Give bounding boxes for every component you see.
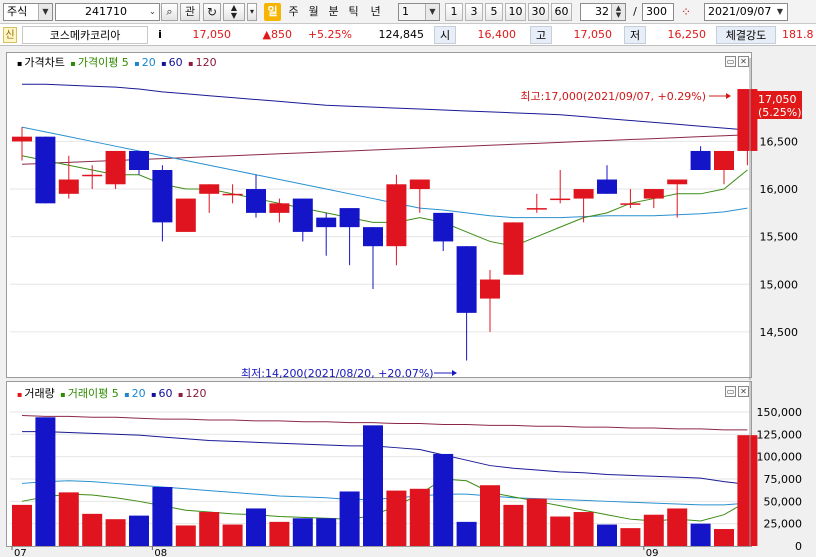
volume-bar (550, 516, 571, 546)
volume-bar (386, 490, 407, 546)
candle-body (667, 179, 688, 185)
candle-body (35, 136, 56, 204)
candle-body (433, 212, 454, 242)
candle-body (222, 193, 243, 196)
candle-body (714, 150, 734, 170)
price-tick-label: 16,000 (760, 183, 799, 196)
volume-tick-label: 25,000 (764, 518, 803, 531)
price-tick-label: 14,500 (760, 326, 799, 339)
volume-ma120-line (21, 415, 748, 431)
candle-body (269, 203, 290, 213)
current-price-tag-value: 17,050 (758, 93, 797, 106)
x-tick-label: 08 (154, 548, 167, 557)
candle-body (152, 170, 173, 223)
volume-ma5-line (21, 478, 748, 522)
volume-tick-label: 125,000 (757, 428, 803, 441)
volume-bar (58, 492, 79, 546)
candle-body (129, 150, 149, 170)
candle-body (105, 150, 126, 185)
volume-bar (199, 512, 220, 546)
volume-bar (82, 513, 103, 546)
candle-body (550, 198, 571, 201)
volume-bar (643, 514, 664, 546)
volume-bar (503, 504, 524, 546)
volume-ma60-line (22, 431, 748, 485)
candle-body (58, 179, 79, 194)
volume-bar (409, 488, 430, 546)
volume-bar (667, 508, 688, 546)
volume-bar (12, 504, 32, 546)
volume-bar (620, 528, 641, 546)
volume-tick-label: 75,000 (764, 473, 803, 486)
volume-bar (246, 508, 266, 546)
volume-bar (35, 417, 56, 546)
candle-body (526, 208, 547, 210)
volume-tick-label: 100,000 (757, 451, 803, 464)
annotation-high-arrowhead (726, 93, 731, 99)
annotation-low-arrowhead (452, 370, 457, 376)
current-price-tag-pct: (5.25%) (758, 106, 802, 119)
candle-body (199, 184, 220, 194)
volume-bar (737, 435, 758, 546)
volume-bar (573, 512, 594, 546)
candle-body (82, 174, 103, 177)
volume-bar (339, 491, 360, 546)
volume-bar (269, 521, 290, 546)
volume-bar (222, 524, 243, 546)
volume-bar (105, 519, 126, 546)
candle-body (292, 198, 313, 232)
volume-bar (363, 425, 383, 546)
candle-body (409, 179, 430, 190)
volume-bar (480, 485, 500, 546)
candle-body (316, 217, 337, 228)
volume-tick-label: 50,000 (764, 495, 803, 508)
price-tick-label: 16,500 (760, 135, 799, 148)
volume-tick-label: 150,000 (757, 406, 803, 419)
candle-body (480, 279, 500, 299)
volume-bar (292, 518, 313, 546)
annotation-high: 최고:17,000(2021/09/07, +0.29%) (520, 90, 706, 103)
candle-body (246, 189, 266, 213)
candle-body (175, 198, 196, 232)
x-tick-label: 07 (14, 548, 27, 557)
candle-body (597, 179, 617, 194)
annotation-low: 최저:14,200(2021/08/20, +20.07%) (241, 367, 434, 380)
volume-bar (526, 498, 547, 546)
volume-bar (456, 521, 477, 546)
price-tick-label: 15,000 (760, 278, 799, 291)
volume-bar (433, 453, 454, 546)
chart-surface[interactable]: 16,500 16,000 15,500 15,000 14,500 최고:17,000… (0, 0, 816, 557)
volume-bar (316, 518, 337, 546)
price-tick-label: 15,500 (760, 231, 799, 244)
candle-body (456, 246, 477, 313)
candle-body (620, 203, 641, 205)
volume-bar (597, 524, 617, 546)
volume-bar (175, 525, 196, 546)
x-tick-label: 09 (646, 548, 659, 557)
volume-bar (129, 515, 149, 546)
candle-body (503, 222, 524, 275)
candle-body (690, 150, 711, 170)
candle-body (573, 189, 594, 199)
candle-body (12, 136, 32, 142)
volume-bar (714, 529, 734, 546)
candle-body (386, 184, 407, 247)
volume-bar (690, 523, 711, 546)
candle-body (363, 227, 383, 247)
candle-body (643, 189, 664, 199)
volume-bar (152, 487, 173, 546)
candle-body (339, 208, 360, 228)
volume-tick-label: 0 (795, 540, 802, 553)
